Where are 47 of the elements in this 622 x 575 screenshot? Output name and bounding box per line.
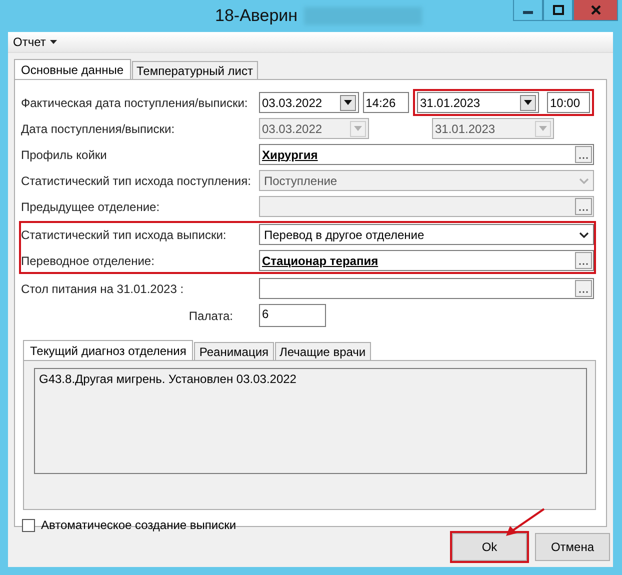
field-label: Статистический тип исхода поступления: [21,174,252,188]
date-field[interactable]: 03.03.2022 [259,92,359,113]
maximize-button[interactable] [543,0,573,21]
lookup-field[interactable] [259,278,594,299]
browse-button[interactable] [575,280,592,297]
caret-icon [354,126,362,131]
diagnosis-text: G43.8.Другая мигрень. Установлен 03.03.2022 [34,368,587,474]
tab[interactable]: Реанимация [194,342,274,360]
browse-button[interactable] [575,146,592,163]
caret-icon [539,126,547,131]
browse-button[interactable] [575,252,592,269]
window-title: 18-Аверин [215,6,298,26]
date-field[interactable]: 31.01.2023 [417,92,539,113]
field-label: Статистический тип исхода выписки: [21,228,228,242]
field-label: Предыдущее отделение: [21,200,161,214]
checkbox[interactable] [22,518,35,532]
field-label: Фактическая дата поступления/выписки: [21,96,249,110]
menu-item[interactable]: Отчет [13,35,57,49]
field-label: Палата: [188,308,233,322]
dropdown-field[interactable]: Перевод в другое отделение [259,224,594,245]
dropdown-button[interactable] [340,94,356,110]
close-button[interactable] [573,0,618,21]
ok-button[interactable]: Ok [452,533,527,561]
field-label: Стол питания на 31.01.2023 : [21,282,185,296]
input-field[interactable]: 6 [259,304,326,327]
field-label: Профиль койки [21,148,108,162]
tab[interactable]: Температурный лист [132,61,258,79]
pointer-arrow [506,508,545,536]
chevron-icon [579,232,589,238]
caret-icon [344,100,352,105]
time-field[interactable]: 14:26 [362,92,409,113]
dropdown-button[interactable] [520,94,536,110]
caret-icon [524,100,532,105]
lookup-field[interactable]: Хирургия [259,144,594,165]
close-icon [590,5,600,15]
tab[interactable]: Лечащие врачи [274,342,371,360]
tab[interactable]: Основные данные [14,59,130,79]
tab[interactable]: Текущий диагноз отделения [23,340,194,360]
time-field[interactable]: 10:00 [547,92,590,113]
field-label: Переводное отделение: [21,254,156,268]
field-label: Дата поступления/выписки: [21,122,176,136]
minimize-button[interactable] [513,0,543,21]
maximize-icon [552,5,564,15]
cancel-button[interactable]: Отмена [535,533,610,561]
checkbox-label: Автоматическое создание выписки [41,518,236,532]
chevron-icon [579,178,589,184]
lookup-field[interactable]: Стационар терапия [259,250,594,271]
